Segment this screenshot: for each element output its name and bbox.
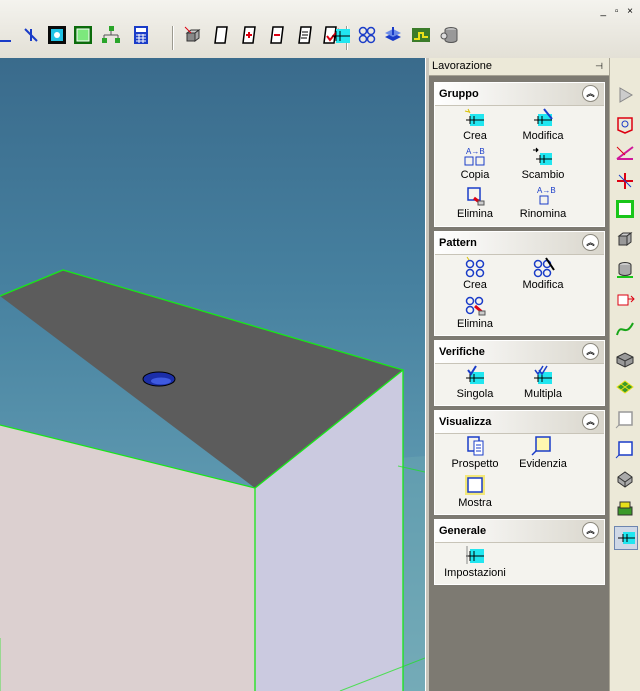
hole-feature-icon[interactable]	[330, 24, 352, 46]
swap-icon	[533, 147, 552, 165]
tree-icon[interactable]	[100, 24, 122, 46]
window-controls[interactable]: _ ▫ ×	[600, 6, 636, 17]
frame-icon[interactable]	[72, 24, 94, 46]
gruppo-rinomina-button[interactable]: A→B Rinomina	[503, 185, 583, 223]
show-icon	[465, 475, 485, 495]
3d-viewport[interactable]	[0, 58, 425, 691]
pattern-elimina-button[interactable]: Elimina	[435, 295, 515, 333]
machining-panel: Lavorazione ⊣ Gruppo ︽ Crea Modifica A→B …	[429, 58, 609, 691]
panel-title-bar: Lavorazione ⊣	[429, 58, 609, 76]
frame-blue-icon[interactable]	[614, 438, 636, 460]
group-title: Verifiche	[439, 346, 485, 358]
pattern-icon[interactable]	[356, 24, 378, 46]
rename-icon: A→B	[537, 186, 556, 205]
sheet-remove-icon[interactable]	[266, 24, 288, 46]
collapse-icon[interactable]: ︽	[582, 234, 599, 251]
spline-icon[interactable]	[614, 318, 636, 340]
group-gruppo: Gruppo ︽ Crea Modifica A→B Copia Scambio …	[434, 82, 605, 227]
group-title: Visualizza	[439, 416, 492, 428]
delete-icon	[467, 187, 485, 206]
collapse-icon[interactable]: ︽	[582, 85, 599, 102]
check-multiple-icon	[534, 365, 552, 384]
settings-icon	[466, 546, 484, 564]
path-icon[interactable]	[410, 24, 432, 46]
stock-icon[interactable]	[438, 24, 460, 46]
solid-icon[interactable]	[182, 24, 204, 46]
green-frame-icon[interactable]	[614, 198, 636, 220]
layers-icon[interactable]	[382, 24, 404, 46]
group-generale: Generale ︽ Impostazioni	[434, 519, 605, 585]
panel-title: Lavorazione	[432, 60, 492, 72]
visualizza-evidenzia-button[interactable]: Evidenzia	[503, 435, 583, 473]
axis-cross-icon[interactable]	[614, 170, 636, 192]
angle-icon[interactable]	[614, 142, 636, 164]
plane-axis-icon[interactable]	[20, 24, 42, 46]
sheet-icon[interactable]	[210, 24, 232, 46]
verifica-multipla-button[interactable]: Multipla	[503, 365, 583, 403]
mesh-icon[interactable]	[614, 376, 636, 398]
highlight-icon	[531, 436, 551, 456]
main-toolbar: _ ▫ ×	[0, 0, 640, 59]
axis-icon[interactable]	[0, 24, 16, 46]
sheet-add-icon[interactable]	[238, 24, 260, 46]
tool-icon[interactable]	[614, 468, 636, 490]
copy-icon: A→B	[464, 147, 485, 166]
group-verifiche: Verifiche ︽ Singola Multipla	[434, 340, 605, 406]
zoom-fit-icon[interactable]	[46, 24, 68, 46]
calculator-icon[interactable]	[130, 24, 152, 46]
gruppo-scambio-button[interactable]: Scambio	[503, 146, 583, 184]
extrude-icon[interactable]	[614, 288, 636, 310]
hole-edit-icon	[534, 108, 553, 126]
hole-create-icon	[464, 108, 484, 126]
gruppo-modifica-button[interactable]: Modifica	[503, 107, 583, 145]
report-icon	[467, 436, 484, 456]
svg-text:A→B: A→B	[537, 186, 556, 195]
cylinder-icon[interactable]	[614, 258, 636, 280]
pattern-delete-icon	[465, 296, 486, 316]
pattern-create-icon	[465, 256, 485, 278]
play-icon[interactable]	[614, 84, 636, 106]
sheet-list-icon[interactable]	[294, 24, 316, 46]
surface-icon[interactable]	[614, 348, 636, 370]
collapse-icon[interactable]: ︽	[582, 343, 599, 360]
box-view-icon[interactable]	[614, 228, 636, 250]
check-single-icon	[466, 365, 484, 384]
profile-icon[interactable]	[614, 114, 636, 136]
frame-gray-icon[interactable]	[614, 408, 636, 430]
collapse-icon[interactable]: ︽	[582, 413, 599, 430]
group-pattern: Pattern ︽ Crea Modifica Elimina	[434, 231, 605, 336]
box-front-face	[0, 425, 255, 691]
visualizza-mostra-button[interactable]: Mostra	[435, 474, 515, 512]
group-visualizza: Visualizza ︽ Prospetto Evidenzia Mostra	[434, 410, 605, 515]
svg-text:A→B: A→B	[466, 147, 485, 156]
fixture-icon[interactable]	[614, 498, 636, 520]
right-toolbar	[609, 58, 640, 691]
machining-icon[interactable]	[614, 526, 638, 550]
group-title: Generale	[439, 525, 487, 537]
generale-impostazioni-button[interactable]: Impostazioni	[435, 544, 515, 582]
collapse-icon[interactable]: ︽	[582, 522, 599, 539]
group-title: Pattern	[439, 237, 477, 249]
pattern-edit-icon	[533, 257, 555, 278]
pin-icon[interactable]: ⊣	[595, 58, 603, 75]
group-title: Gruppo	[439, 88, 479, 100]
pattern-modifica-button[interactable]: Modifica	[503, 256, 583, 294]
